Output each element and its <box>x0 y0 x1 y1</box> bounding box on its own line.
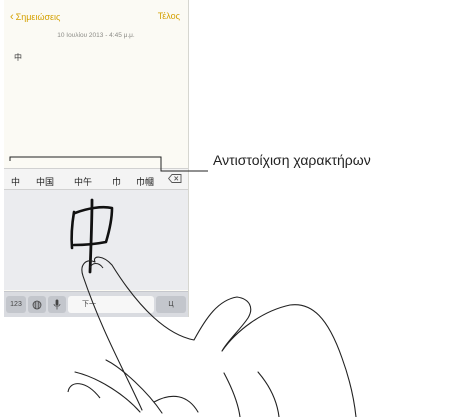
callout-label: Αντιστοίχιση χαρακτήρων <box>213 152 371 168</box>
callout-bracket <box>9 156 208 172</box>
